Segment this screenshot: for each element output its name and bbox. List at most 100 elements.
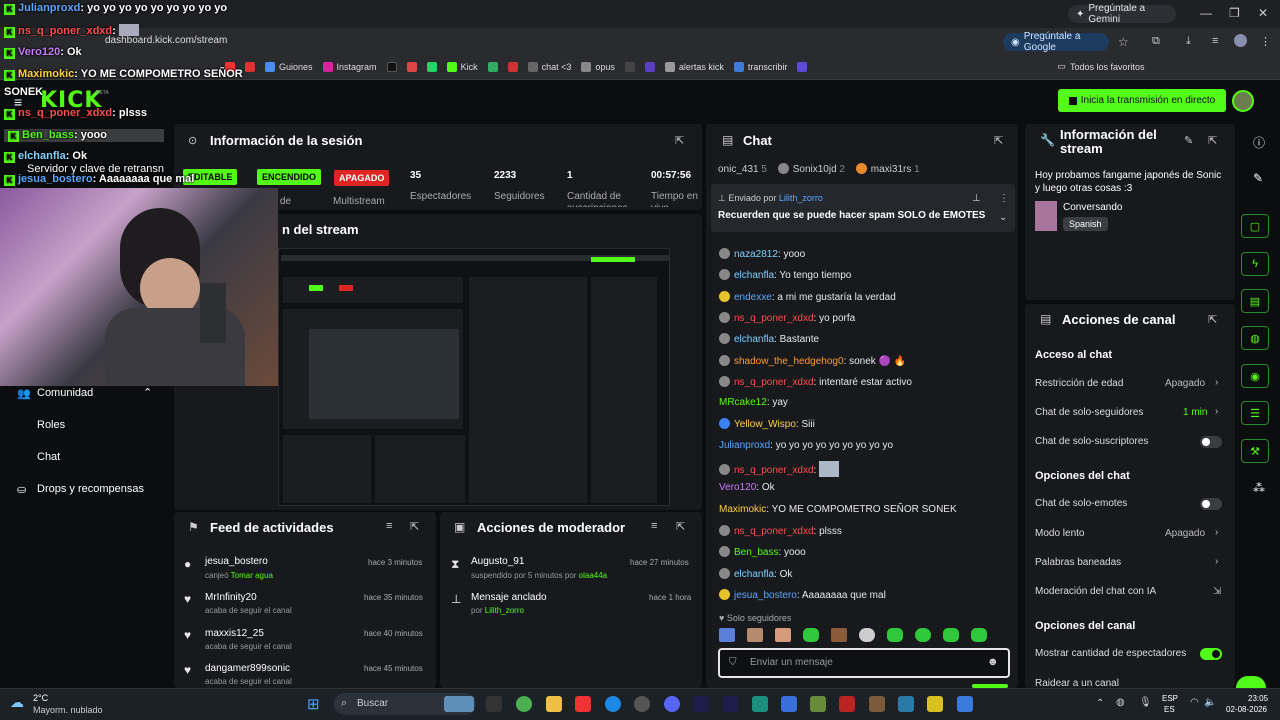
off-pill[interactable]: APAGADO: [334, 170, 390, 186]
gemini-button[interactable]: ✦ Pregúntale a Gemini: [1068, 3, 1176, 25]
show-viewers-toggle[interactable]: [1200, 648, 1222, 660]
age-restriction-label[interactable]: Restricción de edad: [1035, 378, 1123, 389]
emote[interactable]: [803, 628, 819, 642]
download-icon[interactable]: ⤓: [1186, 35, 1191, 48]
obs-icon[interactable]: [634, 696, 650, 712]
clock-date[interactable]: 02-08-2026: [1226, 705, 1267, 714]
bookmark-kick[interactable]: Kick: [446, 61, 478, 72]
minecraft-icon[interactable]: [869, 696, 885, 712]
extensions-icon[interactable]: ⧉: [1152, 35, 1160, 48]
chat-username[interactable]: jesua_bostero: [734, 590, 797, 601]
lang-secondary[interactable]: ES: [1164, 705, 1175, 714]
app-icon[interactable]: [781, 696, 797, 712]
unpin-icon[interactable]: ⊥: [972, 193, 981, 204]
pencil-icon[interactable]: ✎: [1253, 171, 1263, 185]
lang-primary[interactable]: ESP: [1162, 694, 1178, 703]
ai-moderation-label[interactable]: Moderación del chat con IA: [1035, 586, 1156, 597]
rail-doc-icon[interactable]: ▤: [1241, 289, 1269, 313]
chat-username[interactable]: Julianproxd: [719, 440, 770, 451]
photo-icon[interactable]: [507, 61, 518, 72]
menu-icon[interactable]: ⋮: [1260, 35, 1271, 48]
emote[interactable]: [747, 628, 763, 642]
expand-icon[interactable]: ⇱: [1208, 313, 1217, 326]
drive-icon[interactable]: [487, 61, 498, 72]
premiere-icon[interactable]: [722, 696, 738, 712]
emote[interactable]: [831, 628, 847, 642]
weather-temp[interactable]: 2°C: [33, 693, 48, 703]
emote[interactable]: [775, 628, 791, 642]
chat-username[interactable]: elchanfla: [734, 569, 774, 580]
app-icon[interactable]: [810, 696, 826, 712]
edit-icon[interactable]: ✎: [1184, 134, 1193, 147]
tray-app-icon[interactable]: ◍: [1116, 697, 1125, 708]
clock-time[interactable]: 23:05: [1248, 694, 1268, 703]
rail-list-icon[interactable]: ☰: [1241, 401, 1269, 425]
edge-icon[interactable]: [605, 696, 621, 712]
whatsapp-icon[interactable]: [426, 61, 437, 72]
rail-chat-icon[interactable]: ◍: [1241, 326, 1269, 350]
followers-only-value[interactable]: 1 min: [1183, 407, 1207, 418]
nav-drops[interactable]: Drops y recompensas: [37, 483, 144, 495]
minimize-icon[interactable]: —: [1200, 6, 1212, 20]
m-icon[interactable]: [624, 61, 635, 72]
on-pill[interactable]: ENCENDIDO: [257, 169, 322, 185]
subs-only-toggle[interactable]: [1200, 436, 1222, 448]
star-icon[interactable]: ☆: [1118, 35, 1129, 49]
feed-user[interactable]: maxxis12_25: [205, 628, 264, 639]
emote[interactable]: [887, 628, 903, 642]
ask-google-button[interactable]: ◉ Pregúntale a Google: [1003, 31, 1109, 53]
help-button[interactable]: [1236, 676, 1266, 688]
maximize-icon[interactable]: ❐: [1229, 6, 1240, 20]
search-highlight-image[interactable]: [444, 696, 474, 712]
expand-icon[interactable]: ⇱: [410, 520, 419, 533]
chat-username[interactable]: Ben_bass: [734, 547, 778, 558]
tray-chevron-icon[interactable]: ⌃: [1096, 698, 1104, 709]
chat-username[interactable]: Yellow_Wispo: [734, 419, 796, 430]
close-icon[interactable]: ✕: [1258, 6, 1268, 20]
chat-username[interactable]: shadow_the_hedgehog0: [734, 356, 844, 367]
category-thumbnail[interactable]: [1035, 201, 1057, 231]
chat-username[interactable]: elchanfla: [734, 270, 774, 281]
after-effects-icon[interactable]: [693, 696, 709, 712]
chat-username[interactable]: ns_q_poner_xdxd: [734, 526, 814, 537]
filter-icon[interactable]: ≡: [651, 520, 657, 532]
reading-list-icon[interactable]: ≡: [1212, 35, 1218, 47]
chevron-right-icon[interactable]: ›: [1215, 527, 1218, 538]
chat-username[interactable]: naza2812: [734, 249, 778, 260]
expand-icon[interactable]: ⇱: [1208, 134, 1217, 147]
bookmark-alertas-kick[interactable]: alertas kick: [664, 61, 724, 72]
avatar[interactable]: [1232, 90, 1254, 112]
external-link-icon[interactable]: ⇲: [1213, 586, 1221, 597]
chat-username[interactable]: MRcake12: [719, 397, 767, 408]
slow-mode-value[interactable]: Apagado: [1165, 528, 1205, 539]
app-icon[interactable]: [898, 696, 914, 712]
age-restriction-value[interactable]: Apagado: [1165, 378, 1205, 389]
profile-avatar[interactable]: [1234, 34, 1247, 47]
expand-icon[interactable]: ⇱: [675, 134, 684, 147]
feed-user[interactable]: dangamer899sonic: [205, 663, 290, 674]
emoji-icon[interactable]: ☻: [987, 656, 999, 668]
category-name[interactable]: Conversando: [1063, 202, 1122, 213]
emote[interactable]: [971, 628, 987, 642]
chevron-down-icon[interactable]: ⌄: [999, 212, 1007, 223]
emote[interactable]: [719, 628, 735, 642]
app-icon[interactable]: [927, 696, 943, 712]
slow-mode-label[interactable]: Modo lento: [1035, 528, 1084, 539]
chrome-icon[interactable]: [516, 696, 532, 712]
chevron-right-icon[interactable]: ›: [1215, 377, 1218, 388]
emote[interactable]: [943, 628, 959, 642]
tiktok-icon[interactable]: [386, 61, 397, 72]
bookmark-transcribir[interactable]: transcribir: [733, 61, 787, 72]
more-icon[interactable]: ⋮: [999, 193, 1009, 204]
app-icon[interactable]: [839, 696, 855, 712]
bookmark-chat[interactable]: chat <3: [527, 61, 571, 72]
youtube-icon[interactable]: [575, 696, 591, 712]
wifi-icon[interactable]: ◠: [1190, 697, 1199, 708]
chat-username[interactable]: Maximokic: [719, 504, 766, 515]
banned-words-label[interactable]: Palabras baneadas: [1035, 557, 1121, 568]
bookmark-instagram[interactable]: Instagram: [322, 61, 377, 72]
chat-username[interactable]: ns_q_poner_xdxd: [734, 465, 814, 476]
mod-user[interactable]: Augusto_91: [471, 556, 524, 567]
rail-wrench-icon[interactable]: ⚒: [1241, 439, 1269, 463]
bookmark-guiones[interactable]: Guiones: [265, 61, 313, 72]
